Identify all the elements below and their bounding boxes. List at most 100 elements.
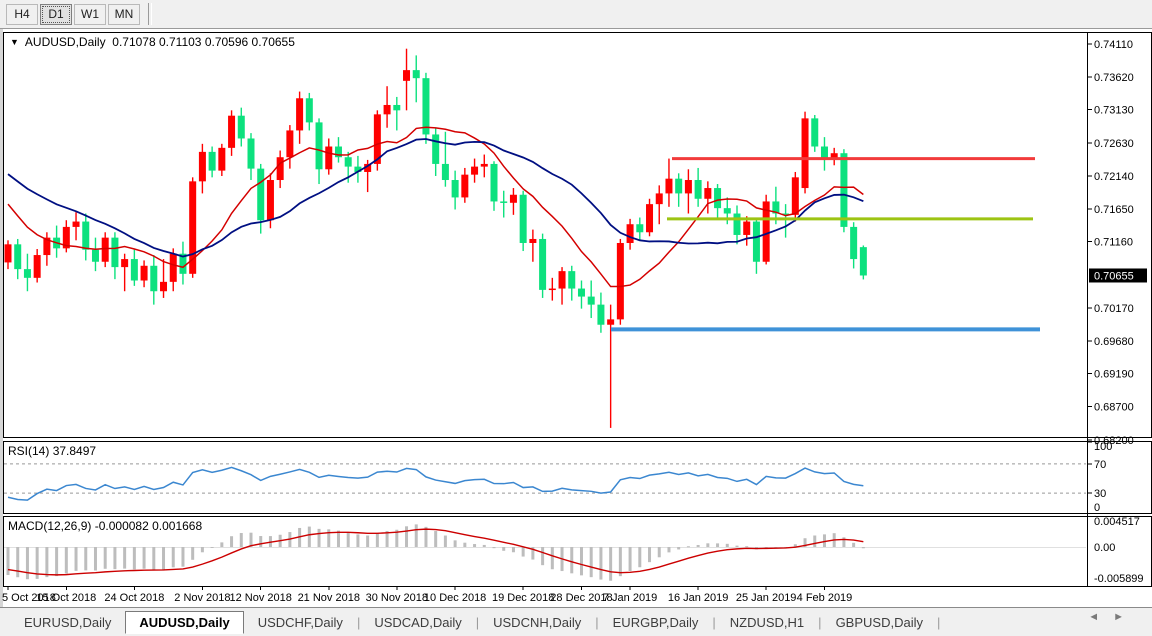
candle-body [267, 180, 274, 220]
candle-body [636, 224, 643, 232]
macd-histogram-bar [152, 547, 155, 570]
macd-histogram-bar [211, 547, 214, 548]
candle-body [549, 289, 556, 291]
tab-scroll-right-icon[interactable]: ► [1113, 611, 1138, 623]
candle-body [325, 147, 332, 170]
timeframe-button-mn[interactable]: MN [108, 4, 140, 25]
candle-body [452, 180, 459, 197]
tab-separator: | [937, 615, 940, 630]
price-tick-label: 0.74110 [1094, 39, 1133, 51]
candle-body [461, 175, 468, 198]
candle-body [384, 105, 391, 114]
macd-histogram-bar [181, 547, 184, 567]
macd-histogram-bar [463, 543, 466, 547]
macd-histogram-bar [113, 547, 116, 569]
macd-histogram-bar [862, 547, 865, 548]
macd-histogram-bar [716, 543, 719, 547]
candle-body [597, 305, 604, 325]
candle-body [111, 238, 118, 267]
macd-histogram-bar [599, 547, 602, 580]
candle-body [850, 227, 857, 259]
symbol-tab-usdchf[interactable]: USDCHF,Daily [244, 611, 357, 634]
tab-scroll-left-icon[interactable]: ◄ [1088, 611, 1113, 623]
symbol-tab-gbpusd[interactable]: GBPUSD,Daily [822, 611, 937, 634]
candle-body [82, 222, 89, 250]
symbol-tab-usdcad[interactable]: USDCAD,Daily [360, 611, 475, 634]
macd-histogram-bar [94, 547, 97, 571]
price-tick-label: 0.71160 [1094, 237, 1133, 249]
candle-body [491, 164, 498, 202]
macd-histogram-bar [7, 547, 10, 575]
timeframe-toolbar: H4D1W1MN [0, 0, 1152, 29]
candle-body [422, 78, 429, 134]
macd-histogram-bar [308, 527, 311, 547]
candle-body [73, 222, 80, 227]
candle-body [248, 138, 255, 168]
date-tick-label: 7 Jan 2019 [603, 592, 657, 604]
candle-body [442, 164, 449, 180]
symbol-dropdown-icon[interactable]: ▼ [10, 37, 19, 47]
macd-histogram-bar [45, 547, 48, 577]
price-tick-label: 0.72140 [1094, 171, 1134, 183]
symbol-tab-audusd[interactable]: AUDUSD,Daily [125, 611, 243, 634]
macd-histogram-bar [376, 533, 379, 547]
candle-body [316, 122, 323, 169]
candle-body [170, 254, 177, 282]
symbol-tab-usdcnh[interactable]: USDCNH,Daily [479, 611, 595, 634]
candle-wick [416, 55, 417, 102]
candle-body [345, 157, 352, 166]
price-tick-label: 0.72630 [1094, 138, 1134, 150]
candle-body [14, 244, 21, 269]
timeframe-button-d1[interactable]: D1 [40, 4, 72, 25]
symbol-tab-eurusd[interactable]: EURUSD,Daily [10, 611, 125, 634]
macd-histogram-bar [541, 547, 544, 565]
candle-body [792, 177, 799, 215]
candle-body [568, 271, 575, 288]
candle-body [675, 179, 682, 194]
rsi-axis-label: 30 [1094, 488, 1106, 500]
date-tick-label: 12 Nov 2018 [230, 592, 292, 604]
symbol-tab-eurgbp[interactable]: EURGBP,Daily [599, 611, 713, 634]
tab-scroll-arrows: ◄► [1088, 611, 1138, 623]
macd-histogram-bar [551, 547, 554, 569]
macd-histogram-bar [522, 547, 525, 557]
timeframe-button-h4[interactable]: H4 [6, 4, 38, 25]
macd-histogram-bar [823, 534, 826, 547]
candle-body [704, 188, 711, 199]
candle-body [296, 98, 303, 130]
candle-body [607, 319, 614, 324]
macd-histogram-bar [55, 547, 58, 576]
macd-histogram-bar [172, 547, 175, 567]
candle-body [150, 266, 157, 291]
candle-body [34, 255, 41, 278]
candle-body [811, 118, 818, 146]
symbol-tab-nzdusd[interactable]: NZDUSD,H1 [716, 611, 818, 634]
macd-histogram-bar [852, 543, 855, 547]
date-tick-label: 19 Dec 2018 [492, 592, 554, 604]
macd-histogram-bar [16, 547, 19, 577]
rsi-axis-label: 0 [1094, 502, 1100, 514]
candle-body [529, 239, 536, 243]
chart-symbol-period: AUDUSD,Daily [25, 35, 106, 49]
chart-window: ▼AUDUSD,Daily 0.71078 0.71103 0.70596 0.… [0, 29, 1152, 607]
candle-body [413, 70, 420, 78]
macd-histogram-bar [434, 531, 437, 547]
macd-histogram-bar [444, 536, 447, 547]
macd-histogram-bar [502, 547, 505, 551]
macd-histogram-bar [493, 547, 496, 548]
candle-body [5, 244, 12, 262]
date-tick-label: 16 Jan 2019 [668, 592, 729, 604]
macd-histogram-bar [580, 547, 583, 575]
candle-body [286, 130, 293, 157]
date-tick-label: 30 Nov 2018 [366, 592, 428, 604]
macd-histogram-bar [677, 547, 680, 549]
price-tick-label: 0.69680 [1094, 336, 1134, 348]
timeframe-button-w1[interactable]: W1 [74, 4, 106, 25]
macd-histogram-bar [405, 526, 408, 547]
candle-body [481, 164, 488, 167]
candle-body [578, 289, 585, 297]
candle-wick [532, 230, 533, 262]
symbol-tab-bar: EURUSD,DailyAUDUSD,DailyUSDCHF,Daily | USD… [0, 607, 1152, 636]
candle-body [860, 247, 867, 275]
macd-histogram-bar [318, 529, 321, 547]
